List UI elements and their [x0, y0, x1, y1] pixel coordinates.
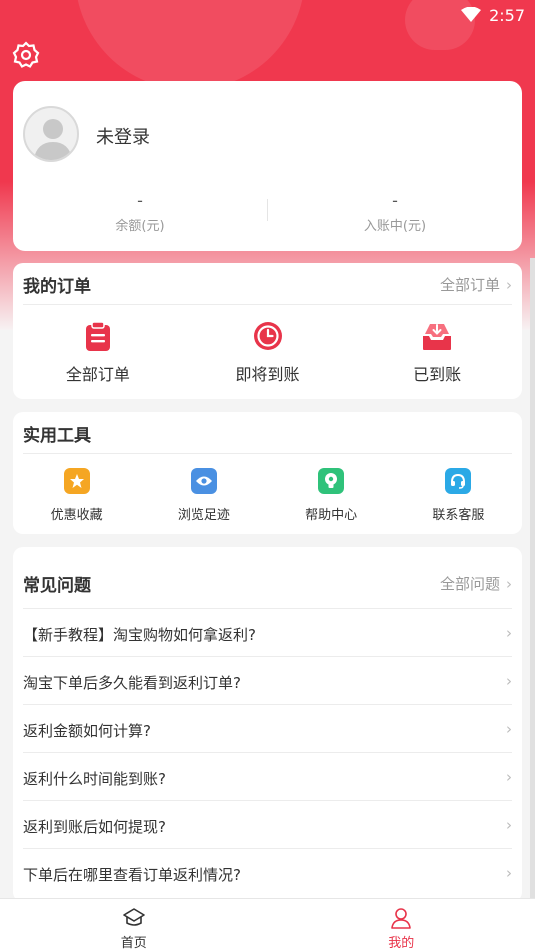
faq-question: 返利什么时间能到账?	[23, 770, 166, 788]
chevron-right-icon: ›	[506, 624, 512, 642]
lightbulb-icon	[318, 468, 345, 494]
chevron-right-icon: ›	[506, 816, 512, 834]
orders-header: 我的订单 全部订单 ›	[23, 263, 512, 305]
tab-home-label: 首页	[120, 936, 147, 951]
faq-item[interactable]: 返利什么时间能到账? ›	[23, 753, 512, 801]
faq-item[interactable]: 淘宝下单后多久能看到返利订单? ›	[23, 657, 512, 705]
faq-question: 淘宝下单后多久能看到返利订单?	[23, 674, 241, 692]
chevron-right-icon: ›	[506, 672, 512, 690]
chevron-right-icon: ›	[506, 768, 512, 786]
tool-history-label: 浏览足迹	[177, 508, 230, 523]
tool-help-label: 帮助中心	[305, 508, 358, 523]
faq-question: 【新手教程】淘宝购物如何拿返利?	[23, 626, 256, 644]
faq-question: 下单后在哪里查看订单返利情况?	[23, 866, 241, 884]
order-pending-button[interactable]: 即将到账	[183, 305, 353, 399]
tab-profile-label: 我的	[388, 936, 415, 951]
faq-card: 常见问题 全部问题 › 【新手教程】淘宝购物如何拿返利? › 淘宝下单后多久能看到返…	[13, 547, 522, 902]
faq-item[interactable]: 【新手教程】淘宝购物如何拿返利? ›	[23, 609, 512, 657]
scrollbar[interactable]	[530, 258, 535, 898]
tool-favorites-label: 优惠收藏	[50, 508, 103, 523]
balance-stat[interactable]: - 余额(元)	[13, 191, 267, 234]
star-icon	[63, 468, 90, 494]
faq-title: 常见问题	[23, 576, 91, 596]
chevron-right-icon: ›	[506, 575, 512, 593]
gear-icon[interactable]	[11, 40, 41, 70]
order-all-button[interactable]: 全部订单	[13, 305, 183, 399]
username[interactable]: 未登录	[96, 123, 150, 149]
faq-header: 常见问题 全部问题 ›	[23, 547, 512, 609]
balance-value: -	[137, 191, 143, 210]
avatar[interactable]	[23, 106, 79, 162]
tools-title: 实用工具	[23, 426, 91, 446]
chevron-right-icon: ›	[506, 276, 512, 294]
headset-icon	[445, 468, 472, 494]
orders-card: 我的订单 全部订单 › 全部订单 即将到账 已到账	[13, 263, 522, 399]
tool-history-button[interactable]: 浏览足迹	[140, 454, 267, 534]
status-bar: 2:57	[461, 0, 525, 30]
bottom-tab-bar: 首页 我的	[0, 898, 535, 951]
all-orders-link[interactable]: 全部订单 ›	[440, 274, 512, 295]
tool-help-button[interactable]: 帮助中心	[268, 454, 395, 534]
order-pending-label: 即将到账	[235, 365, 300, 384]
decor-shape	[75, 0, 305, 90]
inbox-icon	[423, 324, 452, 350]
clipboard-icon	[85, 321, 110, 351]
faq-item[interactable]: 返利到账后如何提现? ›	[23, 801, 512, 849]
order-arrived-label: 已到账	[413, 365, 462, 384]
tools-header: 实用工具	[23, 412, 512, 454]
tab-home[interactable]: 首页	[0, 899, 268, 951]
tools-card: 实用工具 优惠收藏 浏览足迹 帮助中心 联系客服	[13, 412, 522, 534]
tool-support-label: 联系客服	[432, 508, 485, 523]
profile-icon	[391, 908, 412, 929]
all-orders-label: 全部订单	[439, 276, 500, 294]
pending-value: -	[392, 191, 398, 210]
home-icon	[122, 908, 145, 926]
chevron-right-icon: ›	[506, 864, 512, 882]
faq-item[interactable]: 下单后在哪里查看订单返利情况? ›	[23, 849, 512, 897]
all-questions-label: 全部问题	[439, 575, 500, 593]
faq-question: 返利到账后如何提现?	[23, 818, 166, 836]
tool-support-button[interactable]: 联系客服	[395, 454, 522, 534]
order-arrived-button[interactable]: 已到账	[352, 305, 522, 399]
pending-label: 入账中(元)	[363, 219, 427, 234]
tool-favorites-button[interactable]: 优惠收藏	[13, 454, 140, 534]
faq-item[interactable]: 返利金额如何计算? ›	[23, 705, 512, 753]
balance-label: 余额(元)	[115, 219, 165, 234]
pending-stat[interactable]: - 入账中(元)	[268, 191, 522, 234]
status-time: 2:57	[489, 5, 525, 25]
orders-title: 我的订单	[23, 277, 91, 297]
user-card: 未登录 - 余额(元) - 入账中(元)	[13, 81, 522, 251]
chevron-right-icon: ›	[506, 720, 512, 738]
order-all-label: 全部订单	[65, 365, 130, 384]
faq-question: 返利金额如何计算?	[23, 722, 151, 740]
wifi-icon	[461, 7, 482, 22]
tab-profile[interactable]: 我的	[268, 899, 535, 951]
clock-icon	[253, 322, 282, 350]
all-questions-link[interactable]: 全部问题 ›	[440, 573, 512, 594]
avatar-placeholder-icon	[33, 119, 73, 160]
eye-icon	[190, 468, 217, 494]
